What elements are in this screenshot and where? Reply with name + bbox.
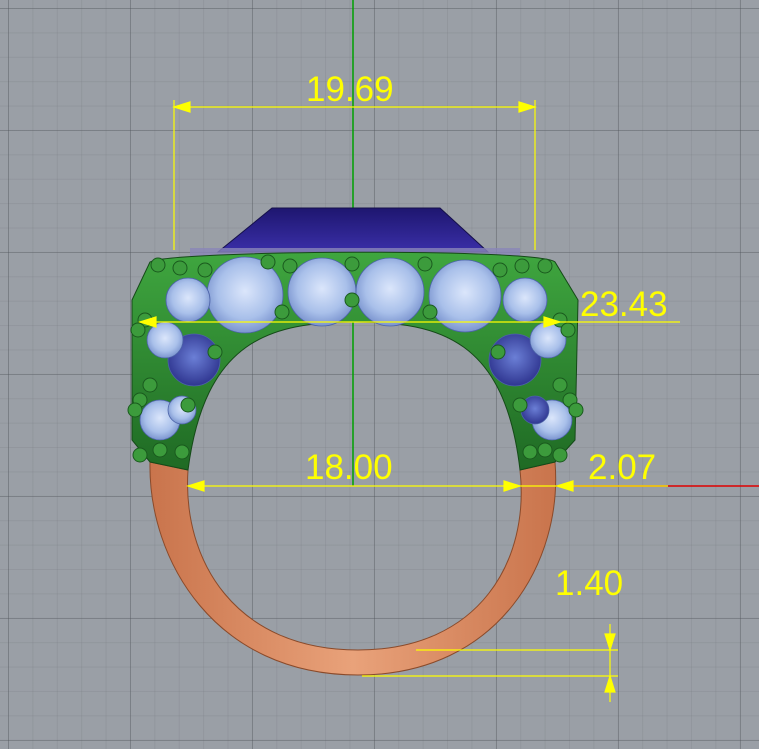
prong-bead xyxy=(282,258,298,274)
side-stone xyxy=(355,257,425,327)
dimension-label-inner-diameter: 18.00 xyxy=(305,448,393,487)
ring-shank xyxy=(149,461,557,676)
prong-bead xyxy=(422,304,438,320)
prong-bead xyxy=(344,292,360,308)
prong-bead xyxy=(172,260,188,276)
3d-viewport[interactable]: 19.69 23.43 18.00 2.07 1.40 xyxy=(0,0,759,749)
prong-bead xyxy=(344,256,360,272)
prong-bead xyxy=(417,256,433,272)
center-stone xyxy=(190,207,520,258)
prong-bead xyxy=(560,322,576,338)
side-stone xyxy=(428,259,502,333)
prong-bead xyxy=(568,402,584,418)
dimension-label-shank-thickness: 2.07 xyxy=(588,448,657,487)
side-stone xyxy=(146,321,184,359)
prong-bead xyxy=(174,444,190,460)
prong-bead xyxy=(512,397,528,413)
prong-bead xyxy=(197,262,213,278)
prong-bead xyxy=(514,258,530,274)
prong-bead xyxy=(130,322,146,338)
side-stone xyxy=(502,277,548,323)
prong-bead xyxy=(127,402,143,418)
ring-scene xyxy=(127,0,759,702)
prong-bead xyxy=(537,258,553,274)
prong-bead xyxy=(132,447,148,463)
prong-bead xyxy=(260,254,276,270)
prong-bead xyxy=(522,444,538,460)
prong-bead xyxy=(207,344,223,360)
prong-bead xyxy=(552,377,568,393)
prong-bead xyxy=(180,397,196,413)
prong-bead xyxy=(152,442,168,458)
prong-bead xyxy=(150,257,166,273)
dimension-label-band-thickness: 1.40 xyxy=(555,564,624,603)
prong-bead xyxy=(492,262,508,278)
prong-bead xyxy=(142,377,158,393)
prong-bead xyxy=(552,447,568,463)
prong-bead xyxy=(490,344,506,360)
prong-bead xyxy=(537,442,553,458)
prong-bead xyxy=(274,304,290,320)
dimension-label-height: 23.43 xyxy=(580,285,668,324)
side-stone xyxy=(165,277,211,323)
dimension-label-top-width: 19.69 xyxy=(306,70,394,109)
